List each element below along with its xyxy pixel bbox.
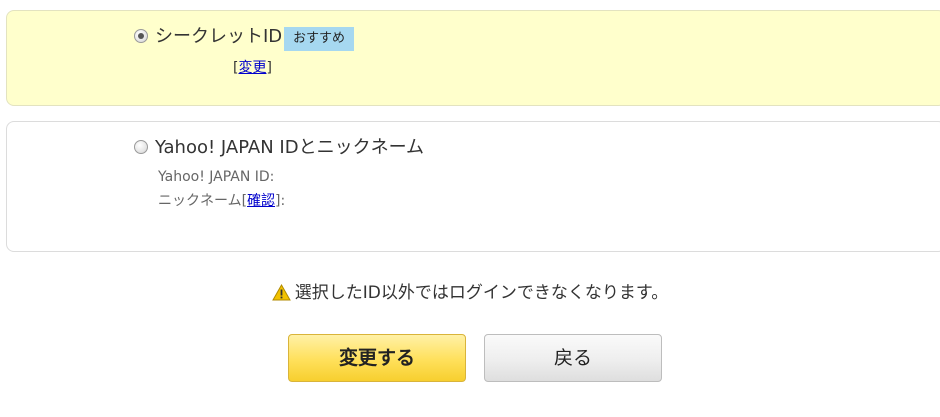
- nickname-line: ニックネーム[確認]:: [158, 192, 285, 210]
- secret-id-label[interactable]: シークレットID: [155, 27, 282, 47]
- confirm-nickname-link[interactable]: 確認: [247, 193, 275, 209]
- bracket-close: ]: [266, 60, 272, 76]
- yahoo-id-option[interactable]: Yahoo! JAPAN IDとニックネーム Yahoo! JAPAN ID: …: [6, 121, 940, 252]
- secret-id-option[interactable]: シークレットID おすすめ [変更]: [6, 10, 940, 106]
- nickname-suffix: ]:: [275, 193, 286, 209]
- secret-id-radio[interactable]: [134, 29, 148, 43]
- back-button[interactable]: 戻る: [484, 334, 662, 382]
- yahoo-id-radio[interactable]: [134, 140, 148, 154]
- warning-icon: [271, 283, 291, 308]
- change-link-wrapper: [変更]: [233, 59, 272, 77]
- submit-change-button[interactable]: 変更する: [288, 334, 466, 382]
- change-secret-id-link[interactable]: 変更: [238, 60, 266, 76]
- nickname-prefix: ニックネーム[: [158, 193, 248, 209]
- id-selection-page: シークレットID おすすめ [変更] Yahoo! JAPAN IDとニックネー…: [0, 0, 940, 417]
- warning-message: 選択したID以外ではログインできなくなります。: [0, 281, 940, 308]
- yahoo-id-value-line: Yahoo! JAPAN ID:: [158, 169, 275, 185]
- yahoo-id-label[interactable]: Yahoo! JAPAN IDとニックネーム: [155, 138, 424, 158]
- recommended-badge: おすすめ: [284, 27, 355, 51]
- warning-text: 選択したID以外ではログインできなくなります。: [294, 283, 669, 303]
